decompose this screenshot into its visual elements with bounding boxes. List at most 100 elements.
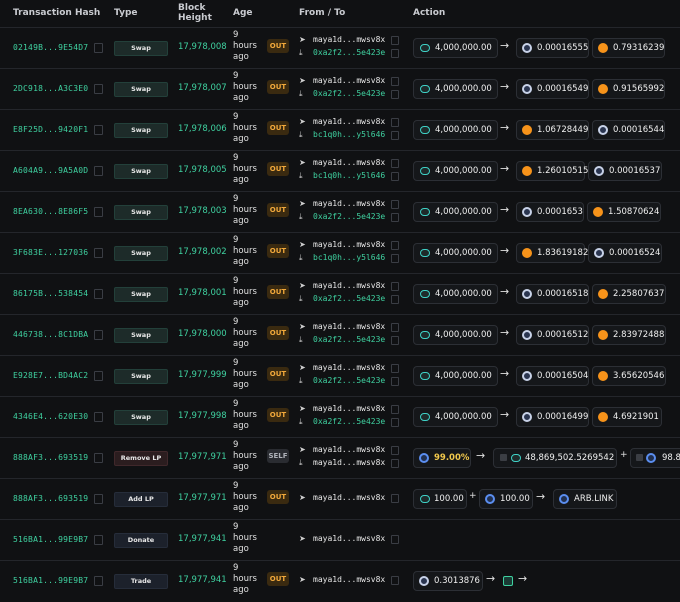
to-address[interactable]: bc1q0h...y5l646: [313, 129, 385, 140]
block-height-link[interactable]: 17,978,000: [178, 329, 227, 339]
block-height-link[interactable]: 17,978,005: [178, 165, 227, 175]
from-address[interactable]: maya1d...mwsv8x: [313, 362, 385, 373]
copy-icon[interactable]: [391, 77, 399, 86]
table-row[interactable]: 02149B...9E54D7 Swap 17,978,008 9 hours ag…: [0, 27, 680, 69]
copy-icon[interactable]: [391, 49, 399, 58]
copy-icon[interactable]: [391, 364, 399, 373]
to-address[interactable]: bc1q0h...y5l646: [313, 170, 385, 181]
from-address[interactable]: maya1d...mwsv8x: [313, 239, 385, 250]
copy-icon[interactable]: [391, 118, 399, 127]
block-height-link[interactable]: 17,977,999: [178, 370, 227, 380]
tx-hash-link[interactable]: 02149B...9E54D7: [13, 43, 88, 52]
copy-icon[interactable]: [391, 131, 399, 140]
copy-icon[interactable]: [391, 172, 399, 181]
tx-hash-link[interactable]: 3F683E...127036: [13, 248, 88, 257]
copy-icon[interactable]: [94, 207, 103, 217]
from-address[interactable]: maya1d...mwsv8x: [313, 533, 385, 544]
tx-hash-link[interactable]: 4346E4...620E30: [13, 412, 88, 421]
to-address[interactable]: 0xa2f2...5e423e: [313, 211, 385, 222]
block-height-link[interactable]: 17,978,002: [178, 247, 227, 257]
tx-hash-link[interactable]: E928E7...BD4AC2: [13, 371, 88, 380]
to-address[interactable]: bc1q0h...y5l646: [313, 252, 385, 263]
table-row[interactable]: 516BA1...99E9B7 Donate 17,977,941 9 hours…: [0, 519, 680, 561]
tx-hash-link[interactable]: 516BA1...99E9B7: [13, 535, 88, 544]
copy-icon[interactable]: [391, 254, 399, 263]
from-address[interactable]: maya1d...mwsv8x: [313, 403, 385, 414]
table-row[interactable]: E928E7...BD4AC2 Swap 17,977,999 9 hours ag…: [0, 355, 680, 397]
table-row[interactable]: 3F683E...127036 Swap 17,978,002 9 hours ag…: [0, 232, 680, 274]
tx-hash-link[interactable]: 446738...8C1DBA: [13, 330, 88, 339]
table-row[interactable]: 888AF3...693519 Add LP 17,977,971 9 hours…: [0, 478, 680, 520]
block-height-link[interactable]: 17,977,998: [178, 411, 227, 421]
block-height-link[interactable]: 17,978,007: [178, 83, 227, 93]
tx-hash-link[interactable]: 888AF3...693519: [13, 453, 88, 462]
tx-hash-link[interactable]: 888AF3...693519: [13, 494, 88, 503]
block-height-link[interactable]: 17,978,003: [178, 206, 227, 216]
tx-hash-link[interactable]: 516BA1...99E9B7: [13, 576, 88, 585]
block-height-link[interactable]: 17,978,001: [178, 288, 227, 298]
copy-icon[interactable]: [94, 43, 103, 53]
tx-hash-link[interactable]: A604A9...9A5A0D: [13, 166, 88, 175]
copy-icon[interactable]: [391, 494, 399, 503]
copy-icon[interactable]: [94, 330, 103, 340]
copy-icon[interactable]: [391, 241, 399, 250]
copy-icon[interactable]: [391, 159, 399, 168]
to-address[interactable]: 0xa2f2...5e423e: [313, 416, 385, 427]
from-address[interactable]: maya1d...mwsv8x: [313, 198, 385, 209]
from-address[interactable]: maya1d...mwsv8x: [313, 321, 385, 332]
copy-icon[interactable]: [94, 248, 103, 258]
copy-icon[interactable]: [391, 377, 399, 386]
from-address[interactable]: maya1d...mwsv8x: [313, 75, 385, 86]
tx-hash-link[interactable]: 8EA630...8E86F5: [13, 207, 88, 216]
from-address[interactable]: maya1d...mwsv8x: [313, 574, 385, 585]
copy-icon[interactable]: [391, 90, 399, 99]
copy-icon[interactable]: [391, 200, 399, 209]
copy-icon[interactable]: [94, 289, 103, 299]
copy-icon[interactable]: [94, 535, 103, 545]
from-address[interactable]: maya1d...mwsv8x: [313, 116, 385, 127]
tx-hash-link[interactable]: 2DC918...A3C3E0: [13, 84, 88, 93]
copy-icon[interactable]: [391, 576, 399, 585]
copy-icon[interactable]: [391, 446, 399, 455]
block-height-link[interactable]: 17,977,971: [178, 452, 227, 462]
block-height-link[interactable]: 17,978,006: [178, 124, 227, 134]
table-row[interactable]: 888AF3...693519 Remove LP 17,977,971 9 ho…: [0, 437, 680, 479]
copy-icon[interactable]: [94, 453, 103, 463]
from-address[interactable]: maya1d...mwsv8x: [313, 492, 385, 503]
table-row[interactable]: A604A9...9A5A0D Swap 17,978,005 9 hours ag…: [0, 150, 680, 192]
to-address[interactable]: maya1d...mwsv8x: [313, 457, 385, 468]
copy-icon[interactable]: [391, 213, 399, 222]
table-row[interactable]: 86175B...538454 Swap 17,978,001 9 hours ag…: [0, 273, 680, 315]
copy-icon[interactable]: [391, 459, 399, 468]
copy-icon[interactable]: [94, 576, 103, 586]
copy-icon[interactable]: [391, 282, 399, 291]
copy-icon[interactable]: [94, 371, 103, 381]
copy-icon[interactable]: [391, 535, 399, 544]
copy-icon[interactable]: [391, 405, 399, 414]
from-address[interactable]: maya1d...mwsv8x: [313, 157, 385, 168]
tx-hash-link[interactable]: 86175B...538454: [13, 289, 88, 298]
copy-icon[interactable]: [94, 166, 103, 176]
copy-icon[interactable]: [391, 323, 399, 332]
to-address[interactable]: 0xa2f2...5e423e: [313, 88, 385, 99]
copy-icon[interactable]: [94, 494, 103, 504]
from-address[interactable]: maya1d...mwsv8x: [313, 34, 385, 45]
table-row[interactable]: 516BA1...99E9B7 Trade 17,977,941 9 hours a…: [0, 560, 680, 602]
block-height-link[interactable]: 17,977,941: [178, 534, 227, 544]
copy-icon[interactable]: [391, 336, 399, 345]
copy-icon[interactable]: [94, 84, 103, 94]
tx-hash-link[interactable]: E8F25D...9420F1: [13, 125, 88, 134]
table-row[interactable]: 446738...8C1DBA Swap 17,978,000 9 hours ag…: [0, 314, 680, 356]
to-address[interactable]: 0xa2f2...5e423e: [313, 334, 385, 345]
table-row[interactable]: 2DC918...A3C3E0 Swap 17,978,007 9 hours ag…: [0, 68, 680, 110]
copy-icon[interactable]: [391, 36, 399, 45]
copy-icon[interactable]: [94, 125, 103, 135]
copy-icon[interactable]: [94, 412, 103, 422]
table-row[interactable]: 4346E4...620E30 Swap 17,977,998 9 hours ag…: [0, 396, 680, 438]
from-address[interactable]: maya1d...mwsv8x: [313, 280, 385, 291]
copy-icon[interactable]: [391, 295, 399, 304]
to-address[interactable]: 0xa2f2...5e423e: [313, 375, 385, 386]
block-height-link[interactable]: 17,977,941: [178, 575, 227, 585]
table-row[interactable]: 8EA630...8E86F5 Swap 17,978,003 9 hours ag…: [0, 191, 680, 233]
block-height-link[interactable]: 17,977,971: [178, 493, 227, 503]
